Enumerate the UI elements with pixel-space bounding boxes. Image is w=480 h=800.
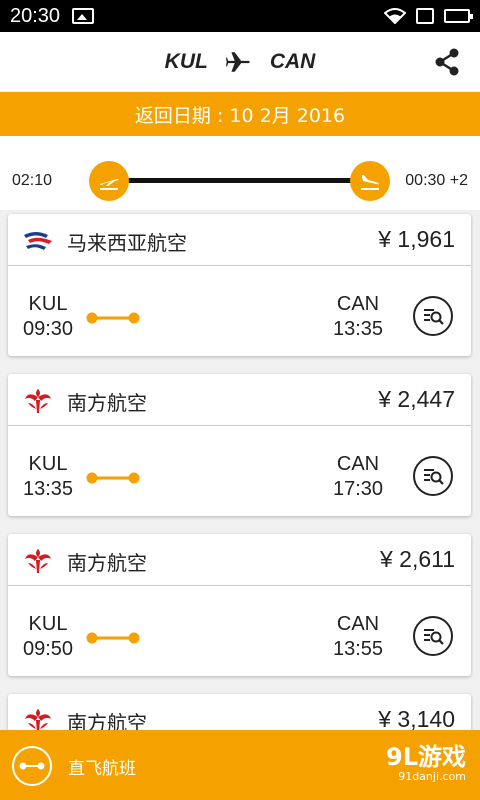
landing-icon — [361, 175, 379, 190]
flight-price: ¥ 2,447 — [378, 386, 455, 412]
departure-time: 13:35 — [22, 478, 74, 500]
flight-card-header: 南方航空 ¥ 2,447 — [8, 374, 471, 426]
direct-flight-label[interactable]: 直飞航班 — [68, 754, 136, 779]
malaysia-airlines-logo — [24, 232, 52, 250]
direct-route-icon — [86, 312, 140, 324]
origin-code: KUL — [164, 50, 208, 73]
return-date-bar[interactable]: 返回日期 : 10 2月 2016 — [0, 92, 480, 136]
arrival-code: CAN — [336, 613, 380, 635]
arrival-time: 17:30 — [332, 478, 384, 500]
route-title: KUL CAN — [165, 49, 316, 75]
direct-route-icon — [86, 632, 140, 644]
sim-icon — [416, 8, 434, 24]
bottom-bar: 直飞航班 9L游戏 91danji.com — [0, 730, 480, 800]
flight-details-button[interactable] — [413, 296, 453, 336]
flight-card[interactable]: 马来西亚航空 ¥ 1,961 KUL 09:30 CAN 13:35 — [8, 214, 471, 356]
airline-name: 马来西亚航空 — [67, 231, 187, 255]
arrival-info: CAN 13:55 — [328, 612, 388, 662]
time-range-start: 02:10 — [12, 172, 53, 189]
time-range-end: 00:30 +2 — [405, 172, 468, 189]
departure-code: KUL — [28, 453, 68, 475]
departure-code: KUL — [28, 613, 68, 635]
flight-card[interactable]: 南方航空 ¥ 2,611 KUL 09:50 CAN 13:55 — [8, 534, 471, 676]
departure-slider-handle[interactable] — [89, 161, 129, 201]
destination-code: CAN — [269, 50, 316, 73]
status-time: 20:30 — [10, 4, 61, 27]
china-southern-logo — [25, 389, 51, 413]
wifi-icon — [384, 8, 406, 24]
takeoff-icon — [100, 178, 119, 190]
arrival-code: CAN — [336, 453, 380, 475]
arrival-code: CAN — [336, 293, 380, 315]
airplane-icon — [225, 52, 250, 72]
watermark: 9L游戏 91danji.com — [386, 744, 466, 784]
direct-route-icon — [19, 762, 45, 770]
search-list-icon — [424, 469, 444, 485]
battery-icon — [444, 9, 473, 23]
arrival-info: CAN 13:35 — [328, 292, 388, 342]
flight-card[interactable]: 南方航空 ¥ 2,447 KUL 13:35 CAN 17:30 — [8, 374, 471, 516]
flight-price: ¥ 3,140 — [378, 706, 455, 732]
departure-code: KUL — [28, 293, 68, 315]
flight-details-button[interactable] — [413, 456, 453, 496]
china-southern-logo — [25, 549, 51, 573]
arrival-slider-handle[interactable] — [350, 161, 390, 201]
airline-name: 南方航空 — [67, 391, 147, 415]
time-range-track[interactable] — [108, 178, 370, 183]
arrival-time: 13:35 — [332, 318, 384, 340]
arrival-time: 13:55 — [332, 638, 384, 660]
departure-info: KUL 09:30 — [22, 292, 74, 342]
time-range-filter: 02:10 00:30 +2 — [0, 136, 480, 210]
direct-route-icon — [86, 472, 140, 484]
app-bar: KUL CAN — [0, 32, 480, 92]
return-date-label: 返回日期 : 10 2月 2016 — [134, 104, 346, 127]
watermark-site: 91danji.com — [398, 770, 466, 783]
flight-card-header: 马来西亚航空 ¥ 1,961 — [8, 214, 471, 266]
search-list-icon — [424, 309, 444, 325]
departure-info: KUL 09:50 — [22, 612, 74, 662]
watermark-brand: 9L游戏 — [386, 743, 466, 771]
departure-time: 09:50 — [22, 638, 74, 660]
flight-price: ¥ 2,611 — [379, 546, 455, 572]
departure-info: KUL 13:35 — [22, 452, 74, 502]
share-icon[interactable] — [434, 48, 460, 76]
status-icons — [384, 8, 473, 24]
departure-time: 09:30 — [22, 318, 74, 340]
airline-name: 南方航空 — [67, 551, 147, 575]
direct-flight-toggle[interactable] — [12, 746, 52, 786]
image-notification-icon — [72, 8, 95, 24]
status-bar: 20:30 — [0, 0, 480, 32]
search-list-icon — [424, 629, 444, 645]
flight-price: ¥ 1,961 — [378, 226, 455, 252]
arrival-info: CAN 17:30 — [328, 452, 388, 502]
flight-card-header: 南方航空 ¥ 2,611 — [8, 534, 471, 586]
flight-details-button[interactable] — [413, 616, 453, 656]
